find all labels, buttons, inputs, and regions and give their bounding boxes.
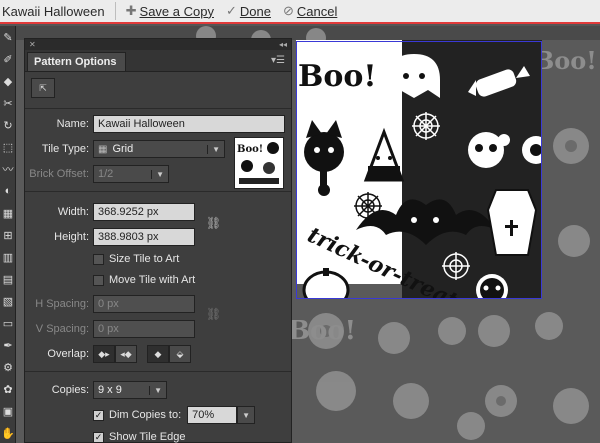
copies-value: 9 x 9 bbox=[98, 384, 122, 396]
brick-offset-select[interactable]: 1/2 ▼ bbox=[93, 165, 169, 183]
chevron-down-icon: ▼ bbox=[207, 144, 220, 154]
copies-label: Copies: bbox=[51, 384, 89, 396]
link-dimensions-icon[interactable]: ⛓ bbox=[206, 216, 221, 230]
size-tile-label: Size Tile to Art bbox=[109, 253, 180, 265]
height-label: Height: bbox=[54, 231, 89, 243]
dim-copies-checkbox[interactable]: ✓ bbox=[93, 409, 104, 421]
pattern-name-text: Kawaii Halloween bbox=[2, 3, 105, 19]
tab-pattern-options[interactable]: Pattern Options bbox=[27, 52, 126, 71]
brick-offset-label: Brick Offset: bbox=[29, 168, 89, 180]
dim-copies-label: Dim Copies to: bbox=[109, 409, 182, 421]
perspective-tool-icon[interactable]: ▦ bbox=[0, 202, 16, 224]
mesh-tool-icon[interactable]: ⊞ bbox=[0, 224, 16, 246]
overlap-top-in-front-button[interactable]: ◆ bbox=[147, 345, 169, 363]
h-spacing-label: H Spacing: bbox=[35, 298, 89, 310]
pattern-tile-tool-button[interactable]: ⇱ bbox=[31, 78, 55, 98]
link-spacing-icon[interactable]: ⛓ bbox=[206, 307, 221, 321]
show-tile-edge-row[interactable]: ✓ Show Tile Edge bbox=[93, 431, 185, 443]
dimmed-boo-text: Boo! bbox=[288, 316, 357, 346]
name-field[interactable]: Kawaii Halloween bbox=[93, 115, 285, 133]
scissors-tool-icon[interactable]: ✂ bbox=[0, 92, 16, 114]
rotate-tool-icon[interactable]: ↻ bbox=[0, 114, 16, 136]
panel-divider bbox=[25, 371, 291, 372]
v-spacing-label: V Spacing: bbox=[35, 323, 89, 335]
blend-tool-icon[interactable]: ⚙ bbox=[0, 356, 16, 378]
pattern-tile-tool-icon: ⇱ bbox=[39, 82, 47, 93]
overlap-right-in-front-button[interactable]: ◂◆ bbox=[115, 345, 137, 363]
name-label: Name: bbox=[56, 118, 89, 130]
copies-select[interactable]: 9 x 9 ▼ bbox=[93, 381, 167, 399]
panel-divider bbox=[25, 108, 291, 109]
cancel-button[interactable]: ⊘ Cancel bbox=[283, 3, 337, 19]
chevron-down-icon: ▼ bbox=[149, 385, 162, 395]
chart-tool-icon[interactable]: ▤ bbox=[0, 268, 16, 290]
move-tile-checkbox-row[interactable]: Move Tile with Art bbox=[93, 274, 195, 286]
overlap-bottom-in-front-button[interactable]: ⬙ bbox=[169, 345, 191, 363]
done-button[interactable]: ✓ Done bbox=[226, 3, 271, 19]
panel-menu-icon[interactable]: ▾☰ bbox=[271, 55, 285, 66]
size-tile-checkbox[interactable] bbox=[93, 253, 104, 265]
chevron-down-icon: ▼ bbox=[242, 410, 251, 420]
dim-copies-dropdown[interactable]: ▼ bbox=[237, 406, 256, 424]
cancel-icon: ⊘ bbox=[282, 3, 294, 18]
h-spacing-field[interactable]: 0 px bbox=[93, 295, 195, 313]
gradient-tool-icon[interactable]: ▭ bbox=[0, 312, 16, 334]
pattern-edit-bar: Kawaii Halloween ✚ Save a Copy ✓ Done ⊘ … bbox=[0, 0, 600, 24]
tile-type-value: Grid bbox=[112, 143, 134, 155]
save-copy-label: Save a Copy bbox=[139, 3, 214, 19]
shape-builder-tool-icon[interactable]: ◐ bbox=[0, 180, 16, 202]
grid-icon: ▦ bbox=[98, 143, 108, 155]
brush-tool-icon[interactable]: ✐ bbox=[0, 48, 16, 70]
width-field[interactable]: 368.9252 px bbox=[93, 203, 195, 221]
graph-tool-icon[interactable]: ▥ bbox=[0, 246, 16, 268]
height-field[interactable]: 388.9803 px bbox=[93, 228, 195, 246]
blob-brush-tool-icon[interactable]: ◆ bbox=[0, 70, 16, 92]
symbol-sprayer-tool-icon[interactable]: ✿ bbox=[0, 378, 16, 400]
panel-titlebar: ✕ ◂◂ bbox=[25, 39, 291, 50]
move-tile-label: Move Tile with Art bbox=[109, 274, 196, 286]
save-copy-button[interactable]: ✚ Save a Copy bbox=[126, 3, 214, 19]
dim-copies-field[interactable]: 70% bbox=[187, 406, 238, 424]
check-icon: ✓ bbox=[225, 3, 237, 18]
artboard-tool-icon[interactable]: ▣ bbox=[0, 400, 16, 422]
plus-icon: ✚ bbox=[125, 3, 137, 18]
panel-tab-row: Pattern Options ▾☰ bbox=[25, 50, 291, 72]
scale-tool-icon[interactable]: ⬚ bbox=[0, 136, 16, 158]
brick-offset-value: 1/2 bbox=[98, 168, 114, 180]
eyedropper-tool-icon[interactable]: ✒ bbox=[0, 334, 16, 356]
collapse-icon[interactable]: ◂◂ bbox=[279, 40, 287, 49]
tile-type-label: Tile Type: bbox=[41, 143, 89, 155]
move-tile-checkbox[interactable] bbox=[93, 274, 104, 286]
tile-type-select[interactable]: ▦ Grid ▼ bbox=[93, 140, 225, 158]
size-tile-checkbox-row[interactable]: Size Tile to Art bbox=[93, 253, 179, 265]
pattern-tile-boundary[interactable] bbox=[296, 41, 542, 299]
done-label: Done bbox=[239, 3, 271, 19]
slice-tool-icon[interactable]: ▧ bbox=[0, 290, 16, 312]
bar-divider bbox=[114, 2, 116, 20]
dimmed-boo-text-right: Boo! bbox=[534, 46, 597, 75]
show-tile-edge-checkbox[interactable]: ✓ bbox=[93, 431, 104, 443]
tools-panel: ✎ ✐ ◆ ✂ ↻ ⬚ 〰 ◐ ▦ ⊞ ▥ ▤ ▧ ▭ ✒ ⚙ ✿ ▣ ✋ bbox=[0, 26, 16, 443]
pen-tool-icon[interactable]: ✎ bbox=[0, 26, 16, 48]
v-spacing-field[interactable]: 0 px bbox=[93, 320, 195, 338]
hand-tool-icon[interactable]: ✋ bbox=[0, 422, 16, 443]
close-icon[interactable]: ✕ bbox=[29, 40, 36, 49]
width-label: Width: bbox=[57, 206, 89, 218]
show-tile-edge-label: Show Tile Edge bbox=[109, 431, 186, 443]
dim-copies-row: ✓ Dim Copies to: 70% ▼ bbox=[93, 406, 256, 424]
pattern-options-panel: ✕ ◂◂ Pattern Options ▾☰ ⇱ Name: Kawaii H… bbox=[24, 38, 292, 443]
chevron-down-icon: ▼ bbox=[151, 169, 164, 179]
svg-text:Boo!: Boo! bbox=[237, 144, 263, 155]
tile-preview-thumbnail: Boo! bbox=[234, 137, 284, 189]
panel-divider bbox=[25, 191, 291, 192]
tile-preview-art: Boo! bbox=[237, 142, 279, 184]
warp-tool-icon[interactable]: 〰 bbox=[0, 158, 16, 180]
cancel-label: Cancel bbox=[296, 3, 338, 19]
overlap-label: Overlap: bbox=[47, 348, 89, 360]
overlap-left-in-front-button[interactable]: ◆▸ bbox=[93, 345, 115, 363]
